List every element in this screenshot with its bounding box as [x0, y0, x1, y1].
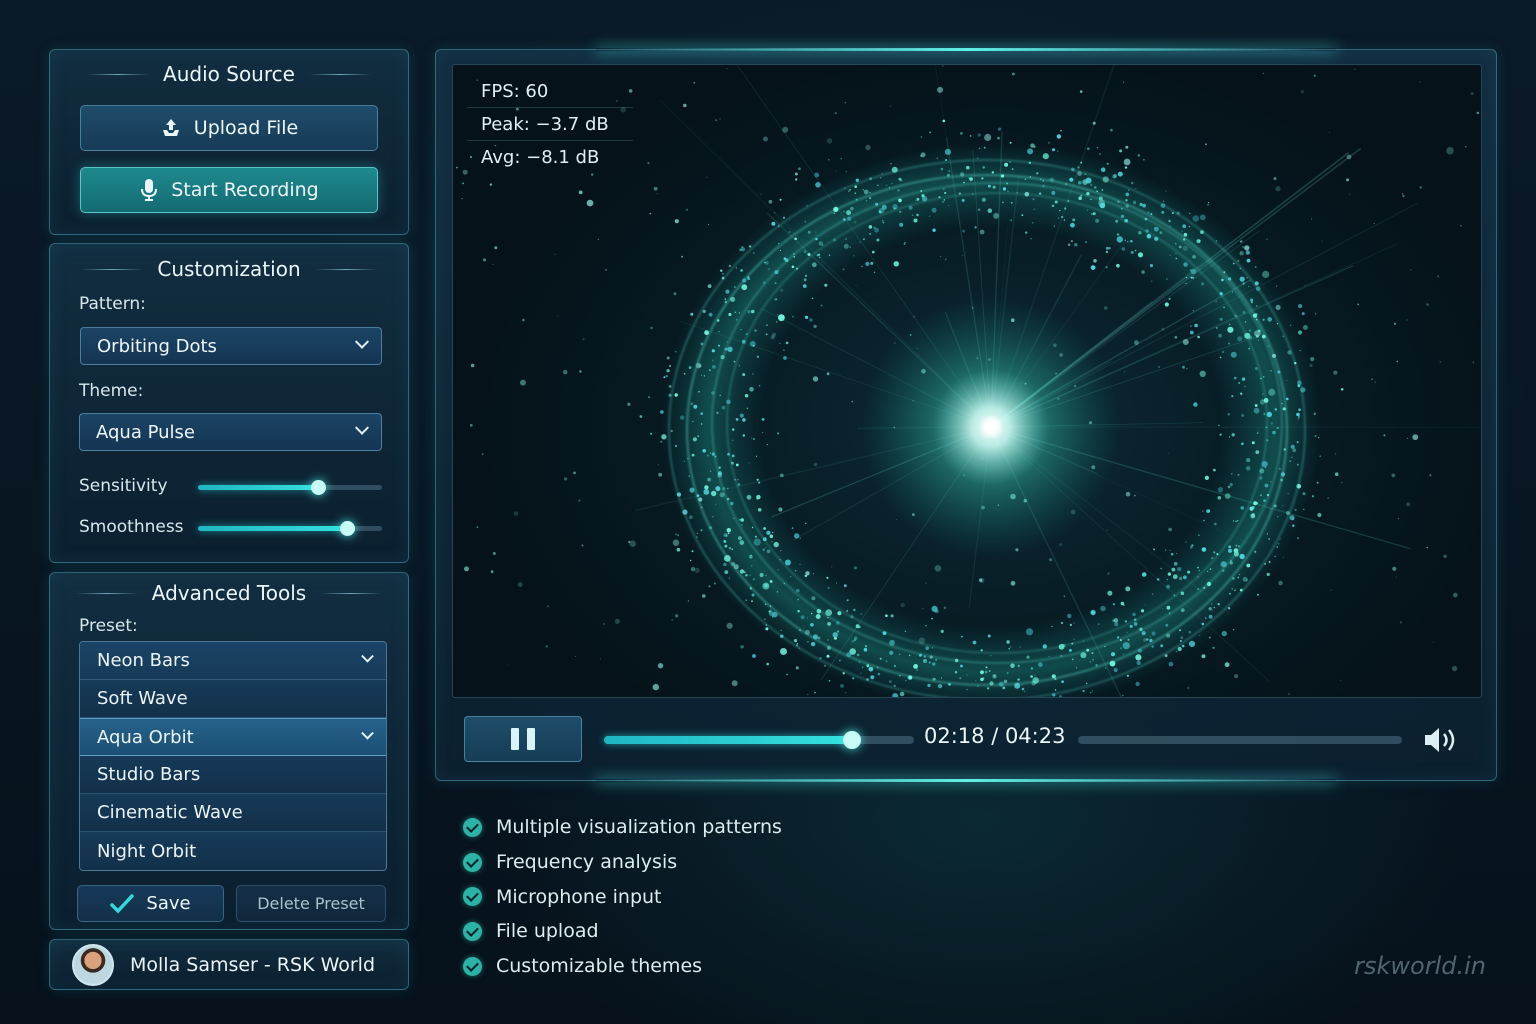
- brand-watermark: rskworld.in: [1354, 952, 1486, 980]
- chevron-down-icon: [361, 649, 374, 663]
- smoothness-slider-fill: [198, 526, 348, 531]
- feature-list: Multiple visualization patterns Frequency…: [463, 810, 782, 983]
- title-rule: [314, 268, 377, 270]
- preset-option-label: Neon Bars: [97, 650, 190, 671]
- preset-option-label: Night Orbit: [97, 840, 197, 862]
- preset-label: Preset:: [79, 616, 138, 636]
- feature-item: Multiple visualization patterns: [463, 810, 782, 845]
- preset-option[interactable]: Cinematic Wave: [80, 794, 386, 832]
- check-circle-icon: [463, 887, 482, 907]
- preset-option[interactable]: Night Orbit: [80, 832, 386, 870]
- customization-panel: Customization Pattern: Orbiting Dots The…: [49, 243, 409, 563]
- smoothness-slider[interactable]: [198, 521, 382, 536]
- preset-option-label: Soft Wave: [97, 688, 188, 709]
- title-rule: [81, 268, 144, 270]
- microphone-icon: [141, 179, 158, 201]
- check-circle-icon: [463, 817, 482, 837]
- feature-item: Microphone input: [463, 879, 782, 914]
- playback-progress-handle[interactable]: [843, 731, 861, 749]
- pattern-label: Pattern:: [79, 294, 146, 314]
- smoothness-slider-handle[interactable]: [340, 521, 356, 536]
- customization-heading: Customization: [157, 257, 301, 281]
- audio-source-panel: Audio Source Upload File Start Recording: [49, 49, 409, 235]
- pause-bar: [527, 728, 535, 750]
- preset-option-label: Cinematic Wave: [97, 802, 243, 823]
- playback-progress-bar[interactable]: [604, 731, 914, 749]
- peak-readout: Peak: −3.7 dB: [467, 108, 633, 141]
- theme-label: Theme:: [79, 381, 144, 401]
- visualizer-canvas: FPS: 60 Peak: −3.7 dB Avg: −8.1 dB: [452, 64, 1482, 698]
- theme-select-value: Aqua Pulse: [96, 421, 195, 443]
- preset-option[interactable]: Neon Bars: [80, 642, 386, 680]
- check-circle-icon: [463, 852, 482, 872]
- feature-label: Customizable themes: [496, 955, 703, 978]
- start-recording-label: Start Recording: [171, 179, 319, 201]
- feature-item: Customizable themes: [463, 949, 782, 984]
- check-circle-icon: [463, 921, 482, 941]
- user-profile[interactable]: Molla Samser - RSK World: [49, 939, 409, 990]
- sensitivity-slider[interactable]: [198, 480, 382, 495]
- audio-source-heading: Audio Source: [163, 62, 295, 86]
- preset-option-label: Studio Bars: [97, 764, 201, 785]
- preset-option[interactable]: Studio Bars: [80, 756, 386, 794]
- pattern-select-value: Orbiting Dots: [97, 335, 217, 357]
- feature-label: File upload: [496, 920, 599, 943]
- save-button[interactable]: Save: [77, 885, 224, 922]
- advanced-tools-title: Advanced Tools: [50, 581, 408, 605]
- timeline-track[interactable]: [1078, 736, 1402, 744]
- title-rule: [308, 73, 371, 75]
- sensitivity-slider-fill: [198, 485, 318, 490]
- sensitivity-slider-handle[interactable]: [310, 480, 326, 495]
- fps-readout: FPS: 60: [467, 75, 633, 108]
- advanced-tools-heading: Advanced Tools: [151, 581, 307, 605]
- pause-button[interactable]: [464, 716, 582, 762]
- title-rule: [87, 73, 150, 75]
- upload-file-label: Upload File: [193, 117, 299, 139]
- save-check-icon: [110, 893, 135, 914]
- smoothness-label: Smoothness: [79, 517, 184, 537]
- pause-bar: [511, 728, 519, 750]
- preset-option[interactable]: Soft Wave: [80, 680, 386, 718]
- start-recording-button[interactable]: Start Recording: [80, 167, 378, 213]
- chevron-down-icon: [354, 420, 370, 435]
- feature-label: Microphone input: [496, 885, 662, 908]
- feature-label: Frequency analysis: [496, 851, 678, 874]
- title-rule: [320, 592, 383, 594]
- check-icon: [361, 726, 374, 740]
- save-label: Save: [146, 893, 191, 914]
- preset-dropdown[interactable]: Neon Bars Soft Wave Aqua Orbit Studio Bars C…: [79, 641, 387, 871]
- upload-file-button[interactable]: Upload File: [80, 105, 378, 151]
- chevron-down-icon: [354, 334, 370, 349]
- audio-source-title: Audio Source: [50, 62, 408, 86]
- feature-item: File upload: [463, 914, 782, 949]
- stats-overlay: FPS: 60 Peak: −3.7 dB Avg: −8.1 dB: [467, 75, 633, 174]
- delete-preset-label: Delete Preset: [257, 894, 365, 913]
- advanced-tools-panel: Advanced Tools Preset: Neon Bars Soft Wav…: [49, 572, 409, 930]
- avg-readout: Avg: −8.1 dB: [481, 147, 600, 168]
- feature-label: Multiple visualization patterns: [496, 816, 782, 839]
- preset-option[interactable]: Aqua Orbit: [80, 718, 386, 756]
- avatar: [72, 943, 114, 986]
- check-circle-icon: [463, 956, 482, 976]
- sensitivity-label: Sensitivity: [79, 476, 168, 496]
- title-rule: [75, 592, 138, 594]
- customization-title: Customization: [50, 257, 408, 281]
- delete-preset-button[interactable]: Delete Preset: [236, 885, 386, 922]
- preset-option-label: Aqua Orbit: [97, 726, 194, 748]
- playback-progress-fill: [604, 736, 852, 744]
- upload-icon: [162, 119, 179, 136]
- pattern-select[interactable]: Orbiting Dots: [80, 327, 382, 365]
- user-name: Molla Samser - RSK World: [130, 953, 376, 976]
- feature-item: Frequency analysis: [463, 845, 782, 880]
- theme-select[interactable]: Aqua Pulse: [79, 413, 382, 451]
- visualizer-panel: FPS: 60 Peak: −3.7 dB Avg: −8.1 dB 02:18…: [435, 48, 1497, 782]
- playback-time: 02:18 / 04:23: [924, 724, 1066, 748]
- volume-icon[interactable]: [1422, 725, 1460, 755]
